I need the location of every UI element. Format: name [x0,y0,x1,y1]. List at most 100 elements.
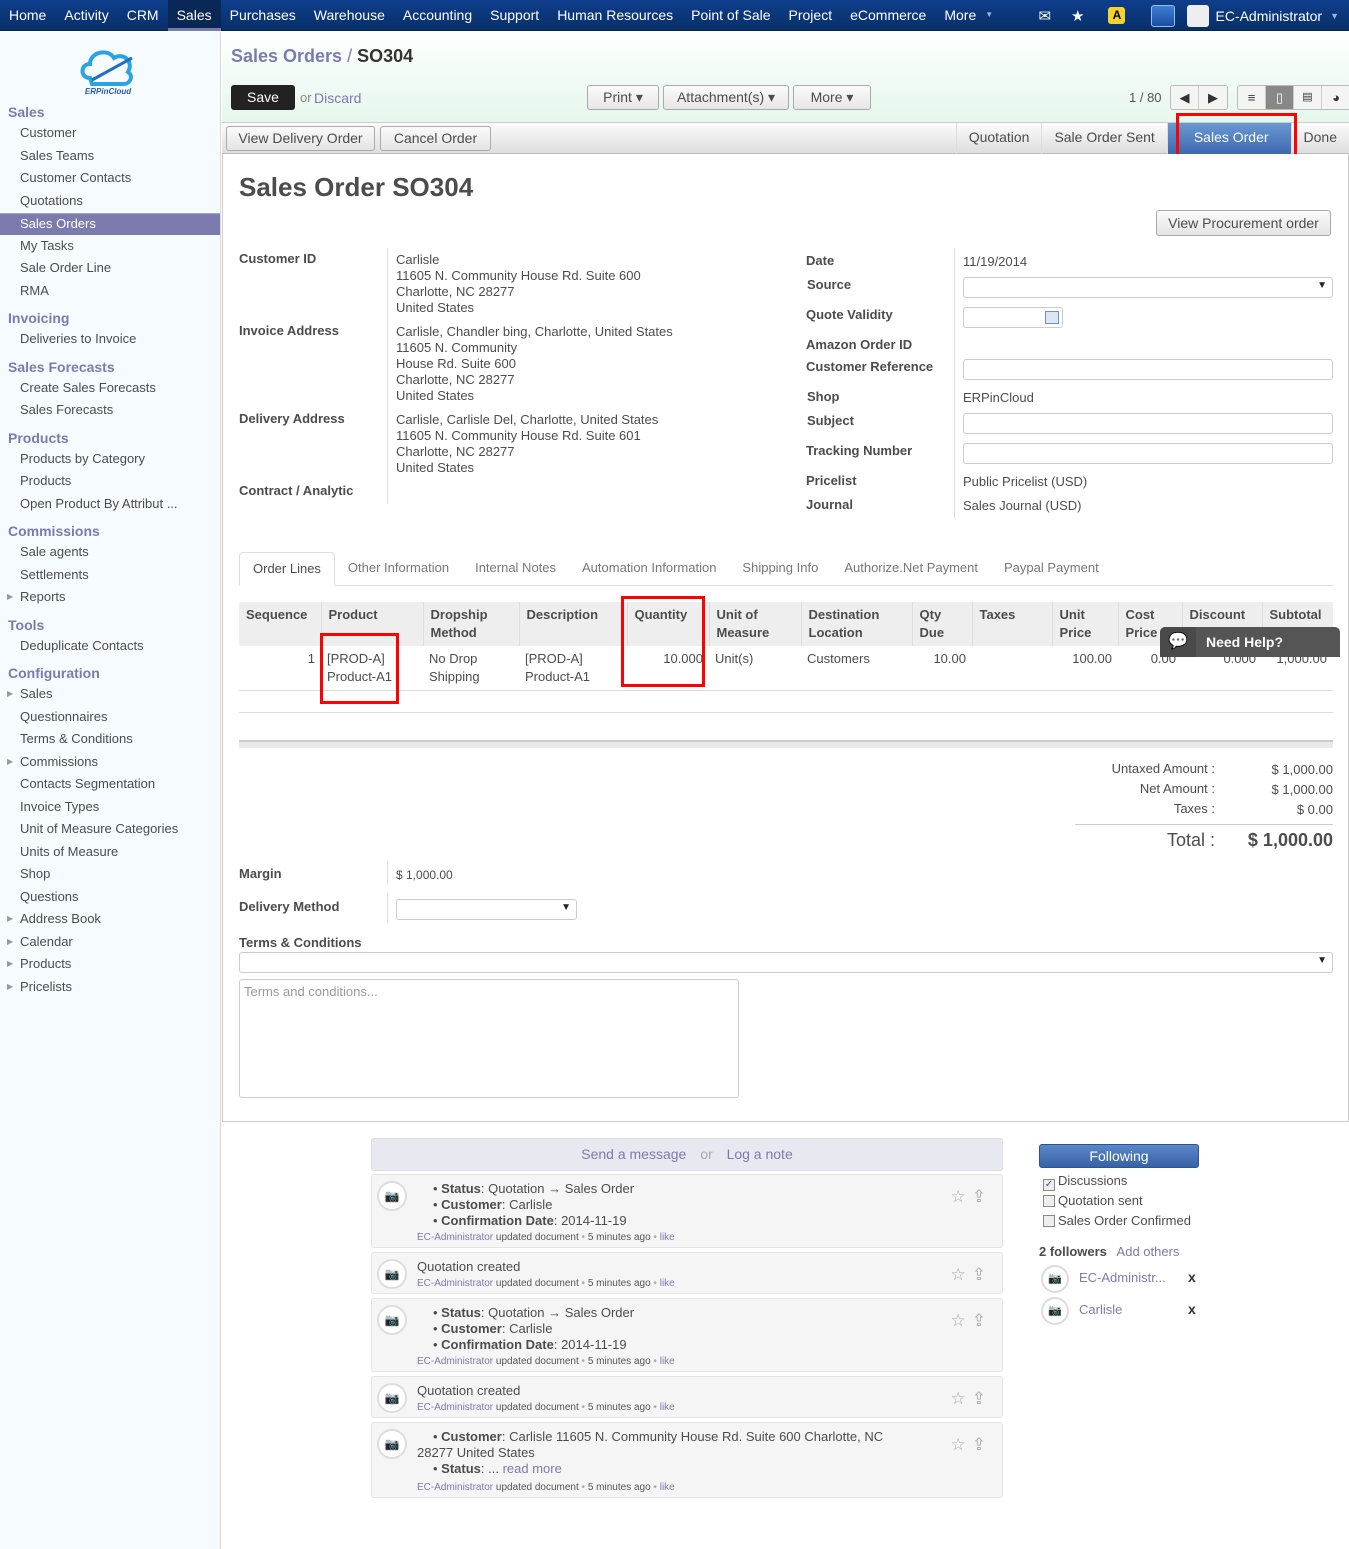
star-icon[interactable]: ☆ [951,1187,972,1206]
like-link[interactable]: like [660,1356,675,1367]
calendar-view-icon[interactable]: ▤ [1294,86,1322,109]
chevron-down-icon[interactable]: ▼ [1330,11,1339,21]
sidebar-item-calendar[interactable]: ▶ Calendar [0,932,220,954]
expand-triangle-icon[interactable]: ▶ [7,587,13,607]
topnav-item-accounting[interactable]: Accounting [394,0,481,31]
sidebar-item-my-tasks[interactable]: My Tasks [0,236,220,258]
sidebar-item-products-by-category[interactable]: Products by Category [0,449,220,471]
source-select[interactable]: ▼ [963,277,1333,298]
add-others-link[interactable]: Add others [1117,1244,1180,1259]
topnav-item-activity[interactable]: Activity [55,0,117,31]
subscription-sales-order-confirmed[interactable]: Sales Order Confirmed [1043,1213,1191,1228]
customer-reference-input[interactable] [963,359,1333,380]
subscription-quotation-sent[interactable]: Quotation sent [1043,1193,1143,1208]
expand-triangle-icon[interactable]: ▶ [7,684,13,704]
follower-name[interactable]: Carlisle [1079,1302,1122,1317]
calendar-icon[interactable] [1045,311,1059,324]
chevron-down-icon[interactable]: ▼ [985,0,999,31]
warning-icon[interactable]: A [1108,7,1126,24]
star-icon[interactable]: ☆ [951,1435,972,1454]
list-view-icon[interactable]: ≡ [1238,86,1266,109]
sidebar-item-open-product-by-attribut-[interactable]: Open Product By Attribut ... [0,494,220,516]
like-link[interactable]: like [660,1232,675,1243]
sidebar-item-products[interactable]: ▶ Products [0,954,220,976]
author-avatar-icon[interactable]: 📷 [377,1429,407,1459]
author-avatar-icon[interactable]: 📷 [377,1383,407,1413]
sidebar-item-terms-conditions[interactable]: Terms & Conditions [0,729,220,751]
stage-sale-order-sent[interactable]: Sale Order Sent [1041,123,1166,154]
follower-avatar-icon[interactable]: 📷 [1041,1265,1069,1293]
author-avatar-icon[interactable]: 📷 [377,1259,407,1289]
column-header-destination-location[interactable]: Destination Location [800,602,912,646]
need-help-widget[interactable]: 💬 Need Help? [1160,627,1340,657]
terms-select[interactable]: ▼ [239,952,1333,973]
reply-icon[interactable]: ⇪ [972,1265,992,1284]
stage-done[interactable]: Done [1290,123,1349,154]
tab-paypal-payment[interactable]: Paypal Payment [991,552,1112,586]
follower-avatar-icon[interactable]: 📷 [1041,1297,1069,1325]
sidebar-item-deduplicate-contacts[interactable]: Deduplicate Contacts [0,636,220,658]
tab-automation-information[interactable]: Automation Information [569,552,729,586]
user-menu[interactable]: EC-Administrator [1215,8,1322,24]
author-avatar-icon[interactable]: 📷 [377,1305,407,1335]
remove-follower-icon[interactable]: x [1188,1301,1196,1317]
cancel-order-button[interactable]: Cancel Order [380,126,491,151]
print-button[interactable]: Print ▾ [587,85,659,110]
view-procurement-order-button[interactable]: View Procurement order [1156,210,1331,236]
expand-triangle-icon[interactable]: ▶ [7,909,13,929]
delivery-method-select[interactable]: ▼ [396,899,577,920]
checkbox-checked[interactable]: ✓ [1043,1179,1055,1191]
more-button[interactable]: More ▾ [793,85,871,110]
column-header-product[interactable]: Product [320,602,423,646]
tab-order-lines[interactable]: Order Lines [239,552,335,586]
topnav-item-ecommerce[interactable]: eCommerce [841,0,935,31]
topnav-item-crm[interactable]: CRM [118,0,168,31]
column-header-description[interactable]: Description [518,602,627,646]
graph-view-icon[interactable]: ◕ [1322,86,1349,109]
follower-name[interactable]: EC-Administr... [1079,1270,1166,1285]
star-icon[interactable]: ☆ [951,1311,972,1330]
sidebar-item-quotations[interactable]: Quotations [0,191,220,213]
expand-triangle-icon[interactable]: ▶ [7,954,13,974]
journal-link[interactable]: Sales Journal (USD) [963,498,1082,514]
sidebar-item-unit-of-measure-categories[interactable]: Unit of Measure Categories [0,819,220,841]
sidebar-item-units-of-measure[interactable]: Units of Measure [0,842,220,864]
discard-button[interactable]: Discard [314,90,361,106]
pricelist-link[interactable]: Public Pricelist (USD) [963,474,1087,490]
sidebar-item-reports[interactable]: ▶ Reports [0,587,220,609]
erpincloud-icon[interactable] [1151,4,1176,27]
subject-input[interactable] [963,413,1333,434]
column-header-taxes[interactable]: Taxes [971,602,1052,646]
customer-link[interactable]: Carlisle [396,252,439,268]
tab-internal-notes[interactable]: Internal Notes [462,552,569,586]
expand-triangle-icon[interactable]: ▶ [7,752,13,772]
sidebar-item-questionnaires[interactable]: Questionnaires [0,707,220,729]
topnav-item-sales[interactable]: Sales [167,0,221,31]
topnav-item-support[interactable]: Support [481,0,548,31]
sidebar-item-sale-agents[interactable]: Sale agents [0,542,220,564]
sidebar-item-address-book[interactable]: ▶ Address Book [0,909,220,931]
form-view-icon[interactable]: ▯ [1266,86,1294,109]
author-link[interactable]: EC-Administrator [417,1232,493,1243]
sidebar-item-invoice-types[interactable]: Invoice Types [0,797,220,819]
sidebar-item-sales-forecasts[interactable]: Sales Forecasts [0,400,220,422]
tab-authorize-net-payment[interactable]: Authorize.Net Payment [831,552,991,586]
tab-shipping-info[interactable]: Shipping Info [729,552,831,586]
sidebar-item-shop[interactable]: Shop [0,864,220,886]
like-link[interactable]: like [660,1278,675,1289]
sidebar-item-commissions[interactable]: ▶ Commissions [0,752,220,774]
column-header-unit-price[interactable]: Unit Price [1051,602,1118,646]
user-avatar[interactable] [1187,4,1210,27]
author-link[interactable]: EC-Administrator [417,1356,493,1367]
star-icon[interactable]: ☆ [951,1265,972,1284]
author-avatar-icon[interactable]: 📷 [377,1181,407,1211]
sidebar-item-settlements[interactable]: Settlements [0,565,220,587]
next-record-button[interactable]: ▶ [1199,86,1227,109]
log-note-link[interactable]: Log a note [727,1146,793,1162]
topnav-item-home[interactable]: Home [0,0,55,31]
sidebar-item-rma[interactable]: RMA [0,281,220,303]
sidebar-item-customer[interactable]: Customer [0,123,220,145]
sidebar-item-customer-contacts[interactable]: Customer Contacts [0,168,220,190]
column-header-quantity[interactable]: Quantity [626,602,709,646]
attachments-button[interactable]: Attachment(s) ▾ [663,85,789,110]
